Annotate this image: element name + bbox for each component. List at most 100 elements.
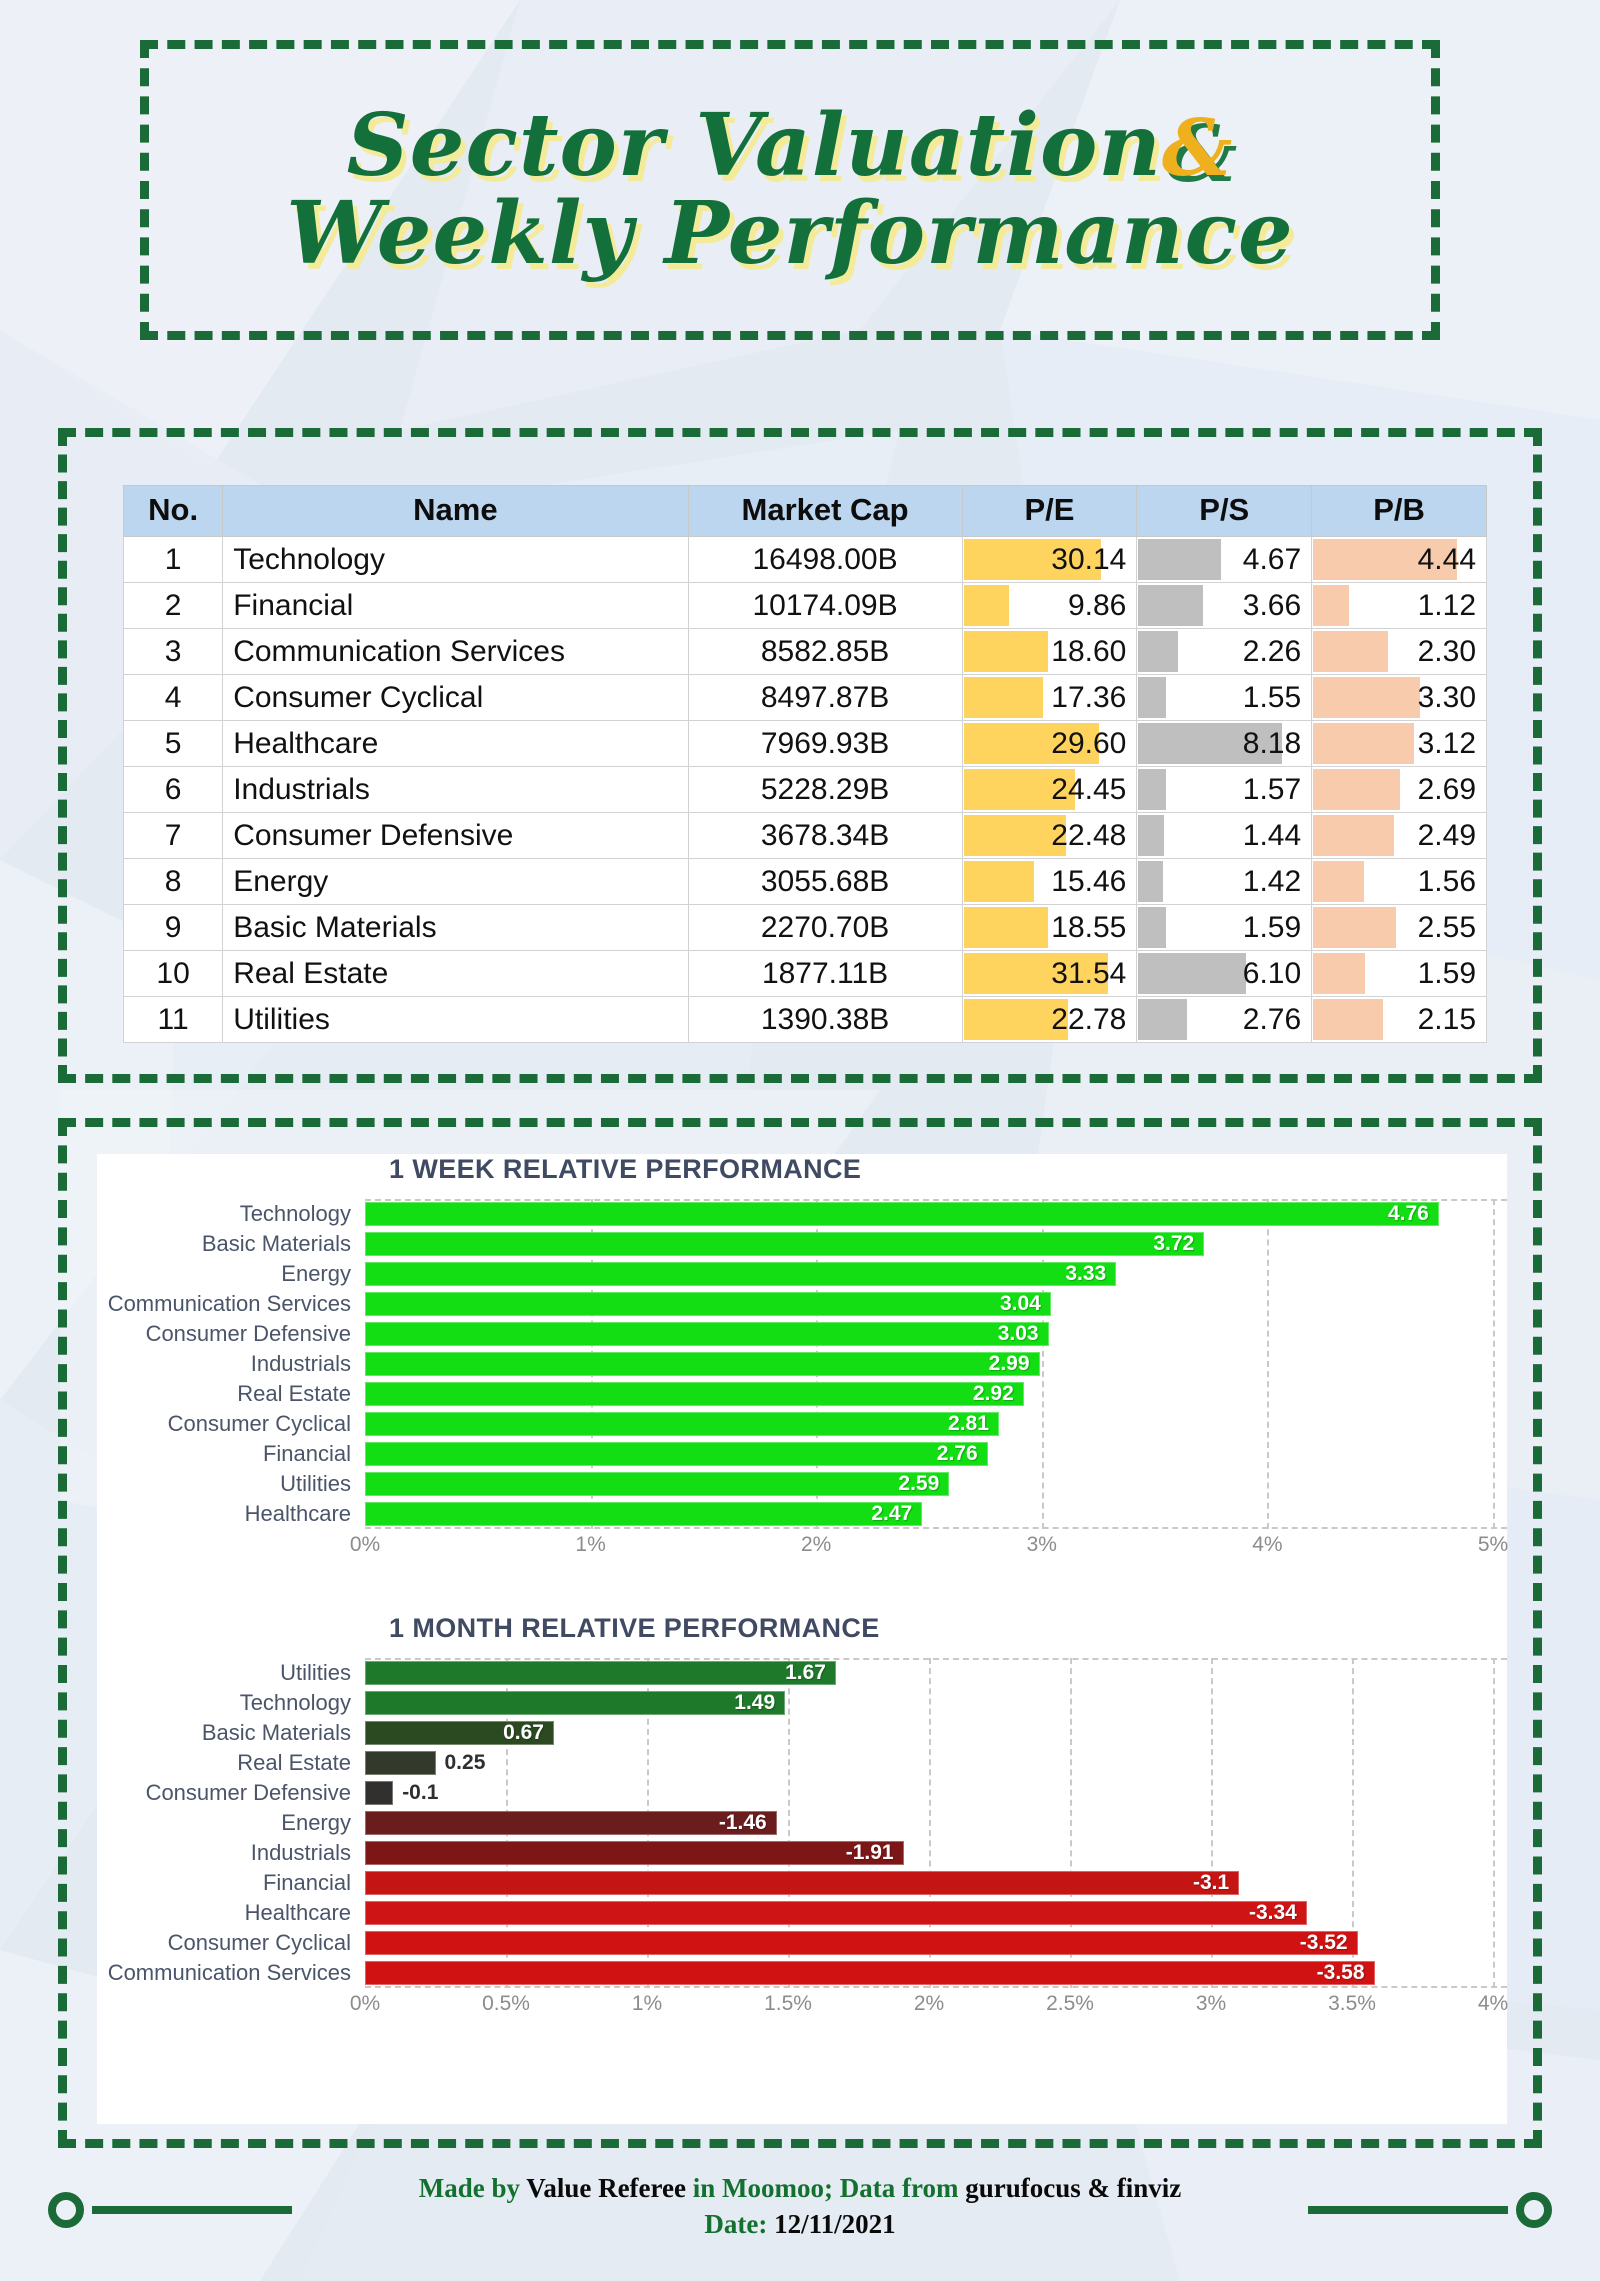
x-tick-label: 0% [349,1533,381,1556]
row-pb-databar [1313,907,1396,948]
bar-row: 3.72 [365,1229,1507,1259]
row-ps: 4.67 [1136,536,1313,583]
row-pb: 2.15 [1311,996,1487,1043]
row-ps-value: 2.26 [1242,634,1302,668]
table-row: 1 Technology 16498.00B 30.14 4.67 4.44 [122,536,1487,583]
x-tick-label: 3.5% [1328,1992,1376,2015]
title-block: Sector Valuation& Weekly Performance [140,40,1440,340]
bar-value-label: 3.04 [999,1292,1041,1315]
category-label: Real Estate [237,1381,351,1406]
table-row: 4 Consumer Cyclical 8497.87B 17.36 1.55 3.30 [122,674,1487,721]
row-ps: 1.44 [1136,812,1313,859]
row-ps-value: 2.76 [1242,1002,1302,1036]
row-name: Utilities [222,996,689,1043]
row-ps: 6.10 [1136,950,1313,997]
x-tick-label: 5% [1477,1533,1509,1556]
footer-credit-line: Made by Value Referee in Moomoo; Data fr… [0,2170,1600,2206]
x-tick-label: 1.5% [764,1992,812,2015]
chart-1-title: 1 WEEK RELATIVE PERFORMANCE [389,1154,862,1184]
bar: 3.03 [365,1322,1049,1346]
row-pe-databar [963,585,1009,626]
bar-row: 4.76 [365,1199,1507,1229]
row-no: 7 [122,812,224,859]
bar [365,1781,394,1805]
bar-row: 2.81 [365,1409,1507,1439]
bar-value-label: -1.91 [845,1841,894,1864]
row-pe-databar [963,677,1043,718]
row-ps-databar [1138,631,1179,672]
bar-row: 2.99 [365,1349,1507,1379]
bar-value-label: 2.59 [898,1472,940,1495]
row-ps-value: 4.67 [1242,542,1302,576]
bar: 2.99 [365,1352,1040,1376]
row-ps-value: 1.59 [1242,910,1302,944]
bar: 2.92 [365,1382,1024,1406]
row-pb: 2.30 [1311,628,1487,675]
x-tick-label: 1% [575,1533,606,1556]
table-row: 10 Real Estate 1877.11B 31.54 6.10 1.59 [122,950,1487,997]
x-tick-label: 3% [1026,1533,1057,1556]
bar-value-label: -3.34 [1249,1901,1297,1924]
footer-platform: in Moomoo; Data from [686,2173,966,2203]
row-ps-value: 1.57 [1242,772,1302,806]
bar: 4.76 [365,1202,1439,1226]
row-pe: 18.55 [961,904,1138,951]
row-name: Consumer Defensive [222,812,689,859]
row-ps: 1.55 [1136,674,1313,721]
row-pe: 9.86 [961,582,1138,629]
col-header-pe: P/E [961,485,1138,537]
x-tick-label: 3% [1195,1992,1227,2015]
title-text-1: Sector Valuation [346,95,1162,197]
row-pe: 30.14 [961,536,1138,583]
row-no: 4 [122,674,224,721]
bar: 0.67 [365,1721,554,1745]
bar-value-label: -3.58 [1316,1961,1365,1984]
row-market-cap: 1877.11B [687,950,963,997]
row-pb: 1.12 [1311,582,1487,629]
row-pe-value: 22.48 [1051,818,1127,852]
x-tick-label: 0% [349,1992,381,2015]
row-no: 9 [122,904,224,951]
category-label: Financial [262,1441,351,1466]
row-ps-value: 8.18 [1242,726,1302,760]
row-pb: 3.12 [1311,720,1487,767]
row-pb-value: 3.12 [1417,726,1476,760]
chart2-category-axis: Utilities Technology Basic Materials Real E… [97,1658,365,1988]
table-row: 6 Industrials 5228.29B 24.45 1.57 2.69 [122,766,1487,813]
chart2-x-axis: 0% 0.5% 1% 1.5% 2% 2.5% 3% 3.5% 4% [97,1988,1508,2026]
row-pb-databar [1313,815,1394,856]
bar: 2.76 [365,1442,988,1466]
row-pe-value: 18.55 [1051,910,1127,944]
category-label: Basic Materials [201,1231,351,1256]
bar: -1.91 [365,1841,904,1865]
bar-row: 2.76 [365,1439,1507,1469]
row-pb-databar [1313,585,1350,626]
row-ps-databar [1138,539,1221,580]
row-name: Healthcare [222,720,689,767]
table-row: 2 Financial 10174.09B 9.86 3.66 1.12 [122,582,1487,629]
category-label: Technology [239,1201,351,1226]
row-market-cap: 8582.85B [687,628,963,675]
bar: 2.81 [365,1412,999,1436]
bar-value-label: -1.46 [718,1811,767,1834]
category-label: Consumer Cyclical [167,1411,351,1436]
bar-value-label: -0.1 [402,1781,439,1804]
bar-row: -3.52 [365,1928,1507,1958]
row-market-cap: 2270.70B [687,904,963,951]
bar-value-label: 3.33 [1065,1262,1107,1285]
bar-row: 0.25 [365,1748,1507,1778]
row-name: Consumer Cyclical [222,674,689,721]
row-pb-value: 1.59 [1417,956,1476,990]
row-ps: 8.18 [1136,720,1313,767]
row-market-cap: 7969.93B [687,720,963,767]
row-name: Real Estate [222,950,689,997]
row-market-cap: 3678.34B [687,812,963,859]
row-pb-databar [1313,861,1364,902]
table-row: 5 Healthcare 7969.93B 29.60 8.18 3.12 [122,720,1487,767]
footer-author: Value Referee [526,2173,686,2203]
row-pb-databar [1313,631,1388,672]
row-ps-databar [1138,769,1166,810]
bar-value-label: 4.76 [1387,1202,1429,1225]
row-pb-value: 2.30 [1417,634,1476,668]
table-header-row: No. Name Market Cap P/E P/S P/B [122,485,1487,537]
